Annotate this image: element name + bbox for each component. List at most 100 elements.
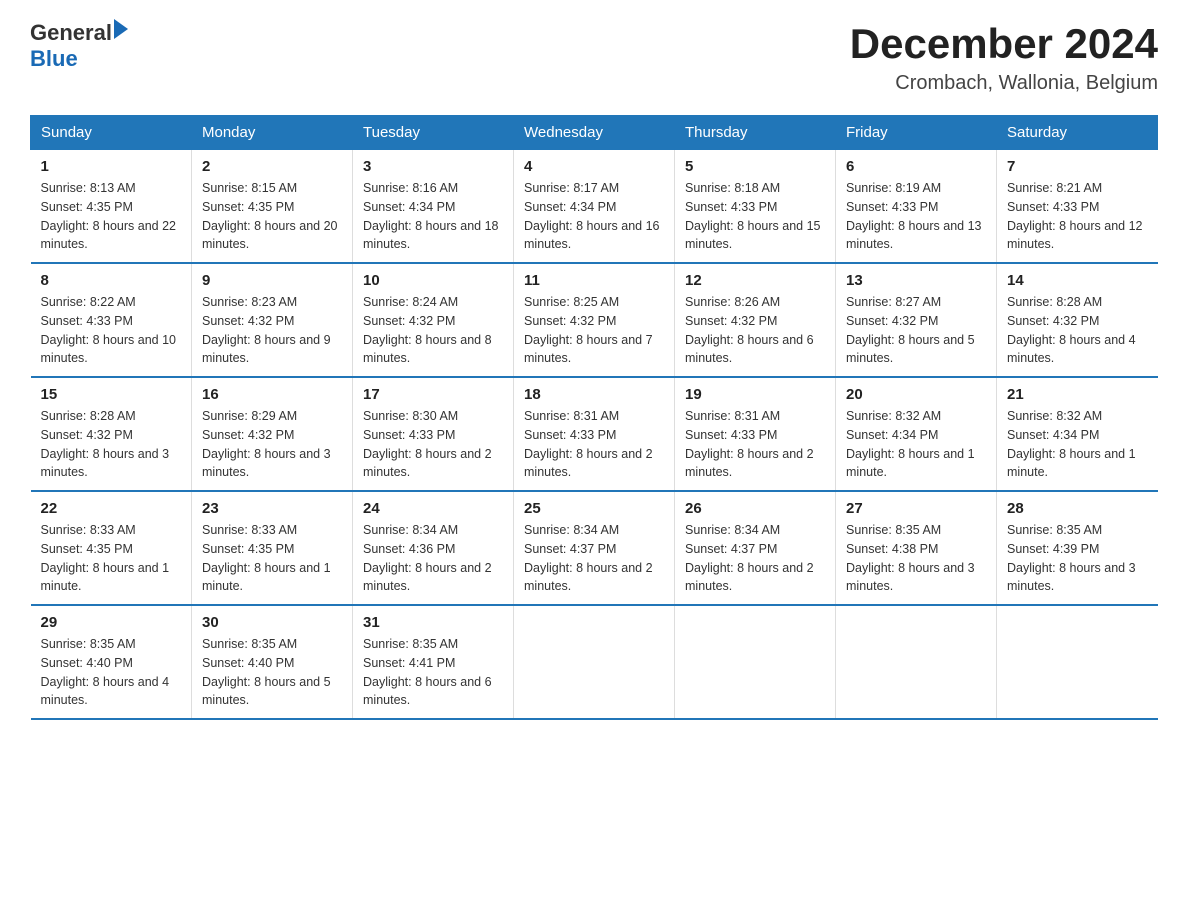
day-number: 1 (41, 158, 182, 175)
header-wednesday: Wednesday (514, 116, 675, 150)
calendar-cell: 8 Sunrise: 8:22 AMSunset: 4:33 PMDayligh… (31, 263, 192, 377)
calendar-subtitle: Crombach, Wallonia, Belgium (850, 72, 1158, 95)
day-info: Sunrise: 8:26 AMSunset: 4:32 PMDaylight:… (685, 295, 814, 365)
day-info: Sunrise: 8:35 AMSunset: 4:39 PMDaylight:… (1007, 523, 1136, 593)
week-row-3: 15 Sunrise: 8:28 AMSunset: 4:32 PMDaylig… (31, 377, 1158, 491)
day-number: 22 (41, 500, 182, 517)
calendar-cell (675, 605, 836, 719)
day-number: 8 (41, 272, 182, 289)
day-info: Sunrise: 8:35 AMSunset: 4:40 PMDaylight:… (41, 637, 170, 707)
day-number: 15 (41, 386, 182, 403)
header-friday: Friday (836, 116, 997, 150)
calendar-title: December 2024 (850, 20, 1158, 68)
day-number: 29 (41, 614, 182, 631)
calendar-header-row: SundayMondayTuesdayWednesdayThursdayFrid… (31, 116, 1158, 150)
day-info: Sunrise: 8:31 AMSunset: 4:33 PMDaylight:… (524, 409, 653, 479)
day-number: 21 (1007, 386, 1148, 403)
calendar-cell: 26 Sunrise: 8:34 AMSunset: 4:37 PMDaylig… (675, 491, 836, 605)
day-number: 25 (524, 500, 664, 517)
day-info: Sunrise: 8:15 AMSunset: 4:35 PMDaylight:… (202, 181, 338, 251)
calendar-cell: 9 Sunrise: 8:23 AMSunset: 4:32 PMDayligh… (192, 263, 353, 377)
calendar-cell: 22 Sunrise: 8:33 AMSunset: 4:35 PMDaylig… (31, 491, 192, 605)
day-number: 9 (202, 272, 342, 289)
calendar-cell: 27 Sunrise: 8:35 AMSunset: 4:38 PMDaylig… (836, 491, 997, 605)
calendar-cell: 30 Sunrise: 8:35 AMSunset: 4:40 PMDaylig… (192, 605, 353, 719)
calendar-cell: 7 Sunrise: 8:21 AMSunset: 4:33 PMDayligh… (997, 150, 1158, 264)
calendar-cell: 13 Sunrise: 8:27 AMSunset: 4:32 PMDaylig… (836, 263, 997, 377)
calendar-cell: 3 Sunrise: 8:16 AMSunset: 4:34 PMDayligh… (353, 150, 514, 264)
day-number: 3 (363, 158, 503, 175)
day-number: 2 (202, 158, 342, 175)
calendar-cell: 1 Sunrise: 8:13 AMSunset: 4:35 PMDayligh… (31, 150, 192, 264)
day-number: 14 (1007, 272, 1148, 289)
day-info: Sunrise: 8:19 AMSunset: 4:33 PMDaylight:… (846, 181, 982, 251)
day-number: 4 (524, 158, 664, 175)
day-number: 5 (685, 158, 825, 175)
logo: General Blue (30, 20, 128, 72)
logo-general-text: General (30, 20, 112, 46)
calendar-cell: 11 Sunrise: 8:25 AMSunset: 4:32 PMDaylig… (514, 263, 675, 377)
day-info: Sunrise: 8:28 AMSunset: 4:32 PMDaylight:… (1007, 295, 1136, 365)
day-info: Sunrise: 8:34 AMSunset: 4:37 PMDaylight:… (685, 523, 814, 593)
day-number: 24 (363, 500, 503, 517)
calendar-table: SundayMondayTuesdayWednesdayThursdayFrid… (30, 115, 1158, 720)
day-info: Sunrise: 8:17 AMSunset: 4:34 PMDaylight:… (524, 181, 660, 251)
day-info: Sunrise: 8:16 AMSunset: 4:34 PMDaylight:… (363, 181, 499, 251)
calendar-cell: 17 Sunrise: 8:30 AMSunset: 4:33 PMDaylig… (353, 377, 514, 491)
calendar-cell (997, 605, 1158, 719)
day-number: 12 (685, 272, 825, 289)
day-info: Sunrise: 8:25 AMSunset: 4:32 PMDaylight:… (524, 295, 653, 365)
calendar-cell: 10 Sunrise: 8:24 AMSunset: 4:32 PMDaylig… (353, 263, 514, 377)
day-info: Sunrise: 8:30 AMSunset: 4:33 PMDaylight:… (363, 409, 492, 479)
day-info: Sunrise: 8:21 AMSunset: 4:33 PMDaylight:… (1007, 181, 1143, 251)
day-number: 19 (685, 386, 825, 403)
week-row-1: 1 Sunrise: 8:13 AMSunset: 4:35 PMDayligh… (31, 150, 1158, 264)
day-number: 20 (846, 386, 986, 403)
day-info: Sunrise: 8:33 AMSunset: 4:35 PMDaylight:… (202, 523, 331, 593)
day-info: Sunrise: 8:32 AMSunset: 4:34 PMDaylight:… (846, 409, 975, 479)
calendar-cell: 29 Sunrise: 8:35 AMSunset: 4:40 PMDaylig… (31, 605, 192, 719)
day-number: 17 (363, 386, 503, 403)
calendar-cell: 19 Sunrise: 8:31 AMSunset: 4:33 PMDaylig… (675, 377, 836, 491)
day-number: 26 (685, 500, 825, 517)
header-saturday: Saturday (997, 116, 1158, 150)
logo-blue-text: Blue (30, 46, 128, 72)
day-number: 13 (846, 272, 986, 289)
day-info: Sunrise: 8:23 AMSunset: 4:32 PMDaylight:… (202, 295, 331, 365)
calendar-cell: 20 Sunrise: 8:32 AMSunset: 4:34 PMDaylig… (836, 377, 997, 491)
header-tuesday: Tuesday (353, 116, 514, 150)
calendar-cell: 14 Sunrise: 8:28 AMSunset: 4:32 PMDaylig… (997, 263, 1158, 377)
calendar-cell: 31 Sunrise: 8:35 AMSunset: 4:41 PMDaylig… (353, 605, 514, 719)
calendar-cell: 28 Sunrise: 8:35 AMSunset: 4:39 PMDaylig… (997, 491, 1158, 605)
calendar-cell: 4 Sunrise: 8:17 AMSunset: 4:34 PMDayligh… (514, 150, 675, 264)
week-row-5: 29 Sunrise: 8:35 AMSunset: 4:40 PMDaylig… (31, 605, 1158, 719)
day-info: Sunrise: 8:31 AMSunset: 4:33 PMDaylight:… (685, 409, 814, 479)
day-number: 28 (1007, 500, 1148, 517)
day-number: 23 (202, 500, 342, 517)
day-number: 27 (846, 500, 986, 517)
calendar-cell: 25 Sunrise: 8:34 AMSunset: 4:37 PMDaylig… (514, 491, 675, 605)
header-monday: Monday (192, 116, 353, 150)
week-row-4: 22 Sunrise: 8:33 AMSunset: 4:35 PMDaylig… (31, 491, 1158, 605)
calendar-cell: 18 Sunrise: 8:31 AMSunset: 4:33 PMDaylig… (514, 377, 675, 491)
day-info: Sunrise: 8:34 AMSunset: 4:37 PMDaylight:… (524, 523, 653, 593)
page-header: General Blue December 2024 Crombach, Wal… (30, 20, 1158, 95)
calendar-cell: 16 Sunrise: 8:29 AMSunset: 4:32 PMDaylig… (192, 377, 353, 491)
day-info: Sunrise: 8:35 AMSunset: 4:38 PMDaylight:… (846, 523, 975, 593)
calendar-cell: 15 Sunrise: 8:28 AMSunset: 4:32 PMDaylig… (31, 377, 192, 491)
day-info: Sunrise: 8:27 AMSunset: 4:32 PMDaylight:… (846, 295, 975, 365)
day-number: 10 (363, 272, 503, 289)
day-number: 16 (202, 386, 342, 403)
day-info: Sunrise: 8:35 AMSunset: 4:41 PMDaylight:… (363, 637, 492, 707)
day-info: Sunrise: 8:29 AMSunset: 4:32 PMDaylight:… (202, 409, 331, 479)
day-info: Sunrise: 8:34 AMSunset: 4:36 PMDaylight:… (363, 523, 492, 593)
calendar-cell: 21 Sunrise: 8:32 AMSunset: 4:34 PMDaylig… (997, 377, 1158, 491)
day-info: Sunrise: 8:35 AMSunset: 4:40 PMDaylight:… (202, 637, 331, 707)
header-sunday: Sunday (31, 116, 192, 150)
calendar-cell: 6 Sunrise: 8:19 AMSunset: 4:33 PMDayligh… (836, 150, 997, 264)
day-info: Sunrise: 8:32 AMSunset: 4:34 PMDaylight:… (1007, 409, 1136, 479)
day-number: 18 (524, 386, 664, 403)
header-thursday: Thursday (675, 116, 836, 150)
calendar-cell (514, 605, 675, 719)
day-info: Sunrise: 8:13 AMSunset: 4:35 PMDaylight:… (41, 181, 177, 251)
